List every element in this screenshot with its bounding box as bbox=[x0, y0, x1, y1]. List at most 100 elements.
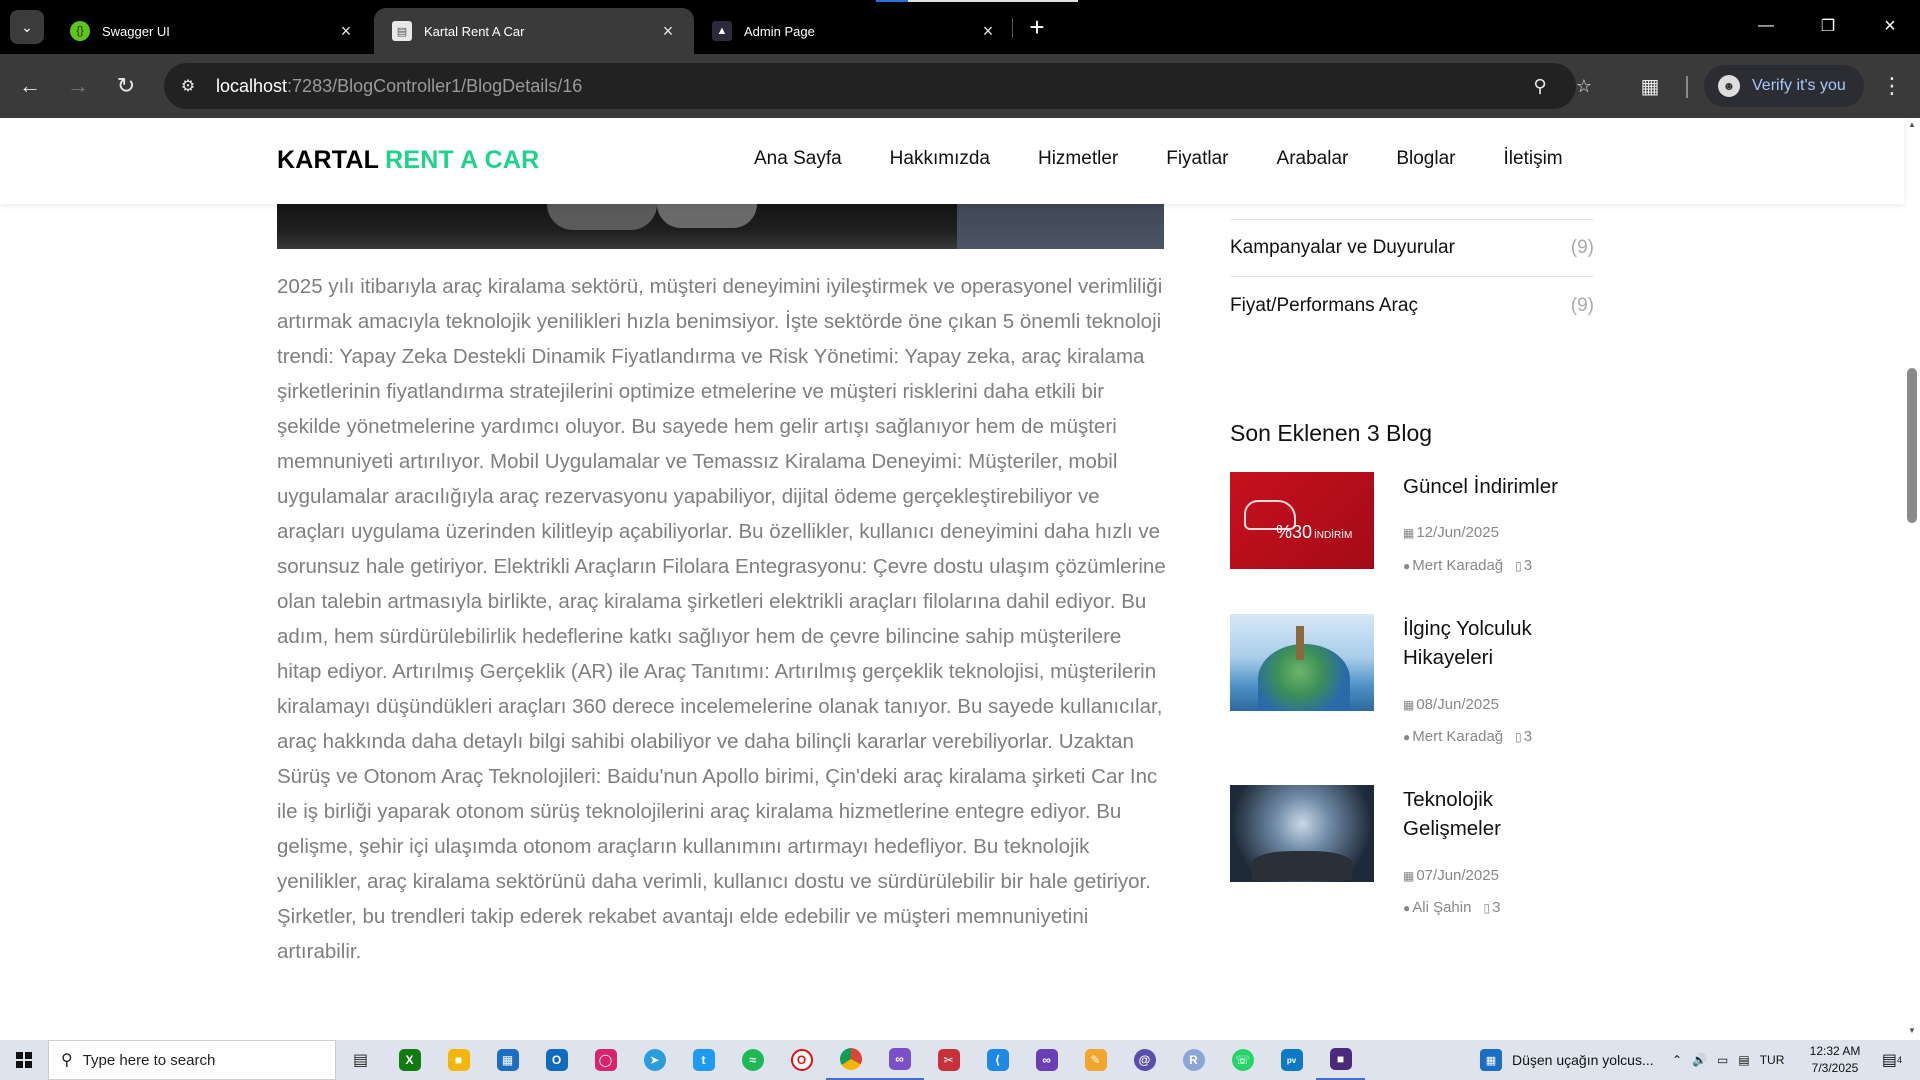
blog-title-link[interactable]: İlginç Yolculuk Hikayeleri bbox=[1403, 614, 1593, 672]
hero-image-hand bbox=[657, 204, 757, 228]
blog-title-link[interactable]: Teknolojik Gelişmeler bbox=[1403, 785, 1593, 843]
scroll-down-arrow-icon[interactable]: ▼ bbox=[1907, 1026, 1917, 1035]
tab-title: Kartal Rent A Car bbox=[424, 23, 525, 39]
window-close-icon[interactable]: × bbox=[1868, 6, 1912, 46]
profile-button[interactable]: ☻ Verify it's you bbox=[1704, 65, 1864, 107]
microsoft-store-icon[interactable]: ▦ bbox=[483, 1040, 532, 1080]
blog-thumbnail[interactable]: %30 İNDİRİM bbox=[1230, 472, 1374, 569]
instagram-icon[interactable]: ◯ bbox=[581, 1040, 630, 1080]
network-icon[interactable]: ▤ bbox=[1738, 1053, 1749, 1067]
tab-search-button[interactable]: ⌄ bbox=[10, 10, 44, 44]
category-item[interactable]: Kampanyalar ve Duyurular (9) bbox=[1230, 219, 1594, 277]
outlook-icon[interactable]: O bbox=[532, 1040, 581, 1080]
kebab-menu-icon[interactable]: ⋮ bbox=[1876, 68, 1908, 104]
paint-icon[interactable]: ✎ bbox=[1071, 1040, 1120, 1080]
whatsapp-icon[interactable]: ☏ bbox=[1218, 1040, 1267, 1080]
visual-studio-2-icon[interactable]: ∞ bbox=[1022, 1040, 1071, 1080]
blog-thumbnail[interactable] bbox=[1230, 614, 1374, 711]
page-scrollbar[interactable]: ▲ ▼ bbox=[1904, 118, 1920, 1040]
logo-text-accent: RENT A CAR bbox=[385, 146, 540, 174]
nav-link-services[interactable]: Hizmetler bbox=[1038, 148, 1118, 170]
user-icon: ● bbox=[1403, 729, 1411, 744]
show-hidden-icons-chevron-icon[interactable]: ⌃ bbox=[1672, 1053, 1682, 1067]
site-logo[interactable]: KARTAL RENT A CAR bbox=[277, 146, 539, 175]
zoom-icon[interactable]: ⚲ bbox=[1522, 68, 1558, 104]
twitter-icon[interactable]: t bbox=[679, 1040, 728, 1080]
admin-favicon-icon: ▲ bbox=[712, 21, 732, 41]
blog-article-body: 2025 yılı itibarıyla araç kiralama sektö… bbox=[277, 275, 1166, 963]
scroll-up-arrow-icon[interactable]: ▲ bbox=[1907, 120, 1917, 129]
terminal-icon[interactable]: ■ bbox=[1316, 1040, 1365, 1080]
xbox-app-icon[interactable]: X bbox=[385, 1040, 434, 1080]
notification-count: 4 bbox=[1897, 1055, 1903, 1065]
minimize-icon[interactable]: — bbox=[1744, 6, 1788, 46]
category-name: Fiyat/Performans Araç bbox=[1230, 295, 1418, 316]
prime-video-icon[interactable]: pv bbox=[1267, 1040, 1316, 1080]
nav-link-contact[interactable]: İletişim bbox=[1504, 148, 1563, 170]
tab-kartal-rent-a-car[interactable]: ▤ Kartal Rent A Car × bbox=[374, 8, 694, 54]
spotify-icon[interactable]: ≈ bbox=[728, 1040, 777, 1080]
news-widget[interactable]: ▦ Düşen uçağın yolcus... bbox=[1480, 1040, 1654, 1080]
extensions-puzzle-icon[interactable]: ▦ bbox=[1632, 68, 1668, 104]
snipping-tool-icon[interactable]: ✂ bbox=[924, 1040, 973, 1080]
bookmark-star-icon[interactable]: ☆ bbox=[1566, 68, 1602, 104]
tab-swagger[interactable]: {} Swagger UI × bbox=[52, 8, 372, 54]
file-explorer-icon[interactable]: ■ bbox=[434, 1040, 483, 1080]
blog-date-text: 08/Jun/2025 bbox=[1416, 696, 1499, 713]
volume-icon[interactable]: 🔊 bbox=[1692, 1053, 1707, 1067]
chrome-icon[interactable] bbox=[826, 1040, 875, 1080]
start-button[interactable] bbox=[0, 1040, 48, 1080]
visual-studio-icon[interactable]: ∞ bbox=[875, 1040, 924, 1080]
taskbar-clock[interactable]: 12:32 AM 7/3/2025 bbox=[1800, 1043, 1870, 1077]
windows-logo-icon bbox=[16, 1052, 32, 1068]
comment-icon: ▯ bbox=[1515, 729, 1522, 744]
taskbar-search-box[interactable]: ⚲ Type here to search bbox=[48, 1040, 336, 1080]
restore-icon[interactable]: ❐ bbox=[1806, 6, 1850, 46]
address-bar[interactable]: ⚙ localhost:7283/BlogController1/BlogDet… bbox=[164, 63, 1592, 109]
scrollbar-thumb[interactable] bbox=[1907, 368, 1917, 523]
clock-date: 7/3/2025 bbox=[1811, 1061, 1859, 1075]
forward-arrow-icon[interactable]: → bbox=[60, 68, 96, 104]
close-icon[interactable]: × bbox=[658, 21, 678, 41]
blog-date: ▦ 12/Jun/2025 bbox=[1403, 524, 1499, 541]
close-icon[interactable]: × bbox=[336, 21, 356, 41]
nav-link-cars[interactable]: Arabalar bbox=[1277, 148, 1349, 170]
browser-tab-strip: ⌄ {} Swagger UI × ▤ Kartal Rent A Car × … bbox=[0, 0, 1920, 54]
nav-link-about[interactable]: Hakkımızda bbox=[890, 148, 990, 170]
back-arrow-icon[interactable]: ← bbox=[12, 68, 48, 104]
blog-thumbnail[interactable] bbox=[1230, 785, 1374, 882]
battery-icon[interactable]: ▭ bbox=[1717, 1053, 1728, 1067]
language-indicator[interactable]: TUR bbox=[1760, 1053, 1785, 1067]
site-header: KARTAL RENT A CAR Ana Sayfa Hakkımızda Hi… bbox=[0, 118, 1904, 204]
notification-center-icon[interactable]: ▤ 4 bbox=[1880, 1048, 1904, 1072]
blog-comment-count: 3 bbox=[1492, 899, 1501, 916]
url-text[interactable]: localhost:7283/BlogController1/BlogDetai… bbox=[216, 76, 582, 97]
close-icon[interactable]: × bbox=[978, 21, 998, 41]
task-view-icon[interactable]: ▤ bbox=[336, 1040, 385, 1080]
nav-link-home[interactable]: Ana Sayfa bbox=[754, 148, 842, 170]
tab-separator bbox=[1012, 18, 1013, 38]
r-app-icon[interactable]: R bbox=[1169, 1040, 1218, 1080]
nav-link-pricing[interactable]: Fiyatlar bbox=[1166, 148, 1228, 170]
category-item[interactable]: Fiyat/Performans Araç (9) bbox=[1230, 277, 1594, 335]
comment-icon: ▯ bbox=[1483, 900, 1491, 915]
blog-meta: ● Mert Karadağ ▯ 3 bbox=[1403, 557, 1532, 574]
blog-title-link[interactable]: Güncel İndirimler bbox=[1403, 472, 1593, 501]
hand-illustration bbox=[1252, 851, 1352, 881]
tab-loading-indicator-track bbox=[908, 0, 1078, 2]
category-count: (9) bbox=[1570, 237, 1594, 258]
discount-percent: %30 bbox=[1276, 522, 1313, 542]
blog-date: ▦ 08/Jun/2025 bbox=[1403, 696, 1499, 713]
blog-author: Mert Karadağ bbox=[1412, 728, 1504, 745]
nav-link-blogs[interactable]: Bloglar bbox=[1396, 148, 1455, 170]
telegram-icon[interactable]: ➤ bbox=[630, 1040, 679, 1080]
new-tab-button[interactable]: + bbox=[1022, 12, 1052, 42]
landmark-illustration bbox=[1296, 626, 1304, 660]
opera-icon[interactable]: O bbox=[777, 1040, 826, 1080]
vscode-icon[interactable]: ⟨ bbox=[973, 1040, 1022, 1080]
reload-icon[interactable]: ↻ bbox=[108, 68, 144, 104]
browser-app-icon[interactable]: @ bbox=[1120, 1040, 1169, 1080]
site-info-icon[interactable]: ⚙ bbox=[170, 68, 206, 104]
clock-time: 12:32 AM bbox=[1809, 1044, 1861, 1058]
tab-admin-page[interactable]: ▲ Admin Page × bbox=[694, 8, 1014, 54]
